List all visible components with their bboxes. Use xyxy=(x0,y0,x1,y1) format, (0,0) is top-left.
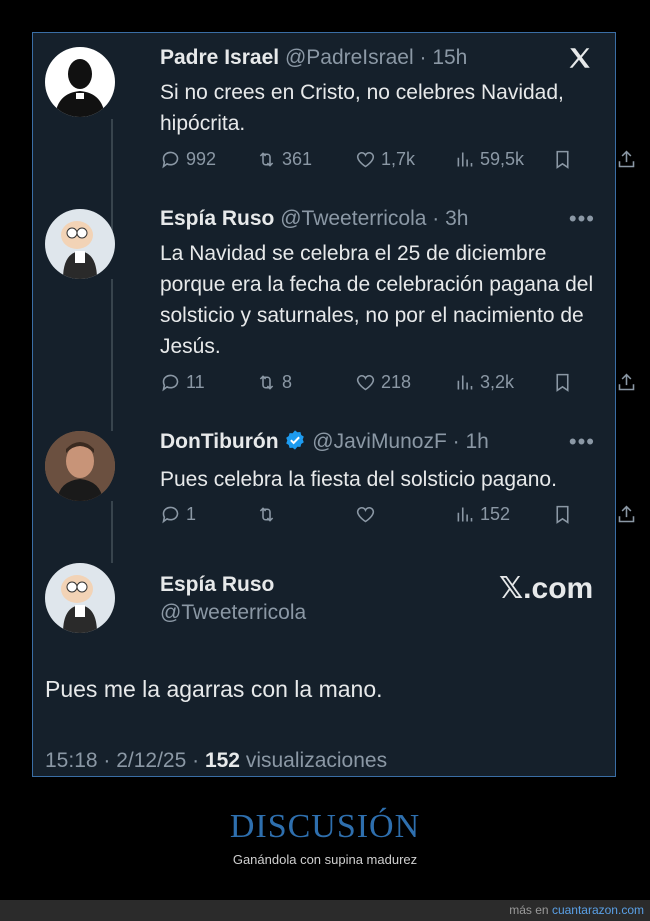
reply-icon xyxy=(162,374,179,392)
main-author-handle[interactable]: @Tweeterricola xyxy=(160,601,306,625)
share-button[interactable] xyxy=(616,149,637,170)
retweet-icon xyxy=(259,375,274,390)
tweet-header: DonTiburón @JaviMunozF · 1h xyxy=(160,429,595,458)
author-name[interactable]: DonTiburón xyxy=(160,430,279,453)
thread-line xyxy=(111,119,113,239)
retweet-icon xyxy=(259,507,274,522)
reply-icon xyxy=(162,151,179,169)
avatar[interactable] xyxy=(45,431,115,501)
separator: · xyxy=(446,430,466,453)
tweet-text: La Navidad se celebra el 25 de diciembre… xyxy=(160,242,594,358)
share-button[interactable] xyxy=(616,372,637,393)
views-icon xyxy=(457,375,473,390)
reply-button[interactable]: 1 xyxy=(160,504,196,525)
avatar[interactable] xyxy=(45,563,115,633)
credit-bar: más en cuantarazon.com xyxy=(0,900,650,921)
author-handle[interactable]: @JaviMunozF xyxy=(312,430,447,453)
reply-count: 1 xyxy=(186,504,197,524)
like-button[interactable]: 1,7k xyxy=(355,149,415,170)
tweet[interactable]: Espía Ruso @Tweeterricola · 3h La Navida… xyxy=(160,206,595,362)
like-count: 1,7k xyxy=(381,149,416,169)
views-button[interactable]: 3,2k xyxy=(454,372,514,393)
views-count: 3,2k xyxy=(480,372,515,392)
bookmark-button[interactable] xyxy=(552,149,573,170)
meme-title: DISCUSIÓN xyxy=(229,808,421,845)
separator: · xyxy=(413,46,433,69)
more-icon[interactable]: ••• xyxy=(569,206,595,232)
like-icon xyxy=(356,151,375,168)
thread-line xyxy=(111,279,113,431)
share-icon xyxy=(618,150,635,168)
tweet-time[interactable]: 3h xyxy=(445,207,468,230)
views-button[interactable]: 59,5k xyxy=(454,149,524,170)
share-button[interactable] xyxy=(616,504,637,525)
retweet-count: 361 xyxy=(282,149,313,169)
retweet-icon xyxy=(259,152,274,167)
bookmark-icon xyxy=(556,373,569,392)
tweet-time[interactable]: 1h xyxy=(465,430,488,453)
like-count: 218 xyxy=(381,372,412,392)
reply-button[interactable]: 992 xyxy=(160,149,216,170)
views-icon xyxy=(457,152,473,167)
x-brand-label: 𝕏.com xyxy=(499,572,594,605)
views-label: visualizaciones xyxy=(240,749,388,772)
meme-subtitle: Ganándola con supina madurez xyxy=(232,852,418,867)
credit: más en cuantarazon.com xyxy=(509,903,644,917)
bookmark-icon xyxy=(556,505,569,524)
views-button[interactable]: 152 xyxy=(454,504,510,525)
reply-button[interactable]: 11 xyxy=(160,372,205,393)
retweet-button[interactable]: 8 xyxy=(256,372,292,393)
tweet-actions: 992 361 1,7k 59,5k xyxy=(160,149,635,173)
tweet-text: Pues celebra la fiesta del solsticio pag… xyxy=(160,468,557,491)
tweet-header: Espía Ruso @Tweeterricola · 3h xyxy=(160,206,595,232)
share-icon xyxy=(618,505,635,523)
views-count: 152 xyxy=(204,749,240,772)
like-icon xyxy=(356,374,375,391)
retweet-button[interactable] xyxy=(256,504,282,525)
tweet[interactable]: Padre Israel @PadreIsrael · 15h Si no cr… xyxy=(160,45,595,139)
credit-site-link[interactable]: cuantarazon.com xyxy=(552,903,644,917)
main-tweet-meta: 15:18 · 2/12/25 · 152 visualizaciones xyxy=(45,749,387,773)
retweet-button[interactable]: 361 xyxy=(256,149,312,170)
main-author-name[interactable]: Espía Ruso xyxy=(160,573,274,597)
like-button[interactable] xyxy=(355,504,381,525)
tweet-text: Si no crees en Cristo, no celebres Navid… xyxy=(160,81,564,135)
reply-count: 11 xyxy=(186,372,205,392)
separator: · xyxy=(426,207,446,230)
avatar[interactable] xyxy=(45,209,115,279)
like-button[interactable]: 218 xyxy=(355,372,411,393)
verified-icon xyxy=(284,429,306,458)
tweet-datetime[interactable]: 15:18 · 2/12/25 · xyxy=(45,749,205,772)
tweet-time[interactable]: 15h xyxy=(432,46,467,69)
tweet-actions: 11 8 218 3,2k xyxy=(160,372,635,396)
tweet-thread-card: Padre Israel @PadreIsrael · 15h Si no cr… xyxy=(32,32,635,777)
tweet[interactable]: DonTiburón @JaviMunozF · 1h Pues celebra… xyxy=(160,429,595,495)
author-name[interactable]: Espía Ruso xyxy=(160,207,274,230)
bookmark-button[interactable] xyxy=(552,504,573,525)
avatar[interactable] xyxy=(45,47,115,117)
thread-line xyxy=(111,501,113,563)
like-icon xyxy=(356,506,375,523)
main-tweet-text: Pues me la agarras con la mano. xyxy=(45,676,383,702)
more-icon[interactable]: ••• xyxy=(569,429,595,455)
views-count: 59,5k xyxy=(480,149,525,169)
share-icon xyxy=(618,373,635,391)
tweet-header: Padre Israel @PadreIsrael · 15h xyxy=(160,45,595,71)
author-handle[interactable]: @PadreIsrael xyxy=(285,46,414,69)
credit-prefix: más en xyxy=(509,903,552,917)
author-handle[interactable]: @Tweeterricola xyxy=(280,207,426,230)
author-name[interactable]: Padre Israel xyxy=(160,46,279,69)
retweet-count: 8 xyxy=(282,372,293,392)
bookmark-icon xyxy=(556,150,569,169)
tweet-actions: 1 152 xyxy=(160,504,635,528)
reply-icon xyxy=(162,506,179,524)
reply-count: 992 xyxy=(186,149,217,169)
bookmark-button[interactable] xyxy=(552,372,573,393)
views-icon xyxy=(457,507,473,522)
views-count: 152 xyxy=(480,504,511,524)
